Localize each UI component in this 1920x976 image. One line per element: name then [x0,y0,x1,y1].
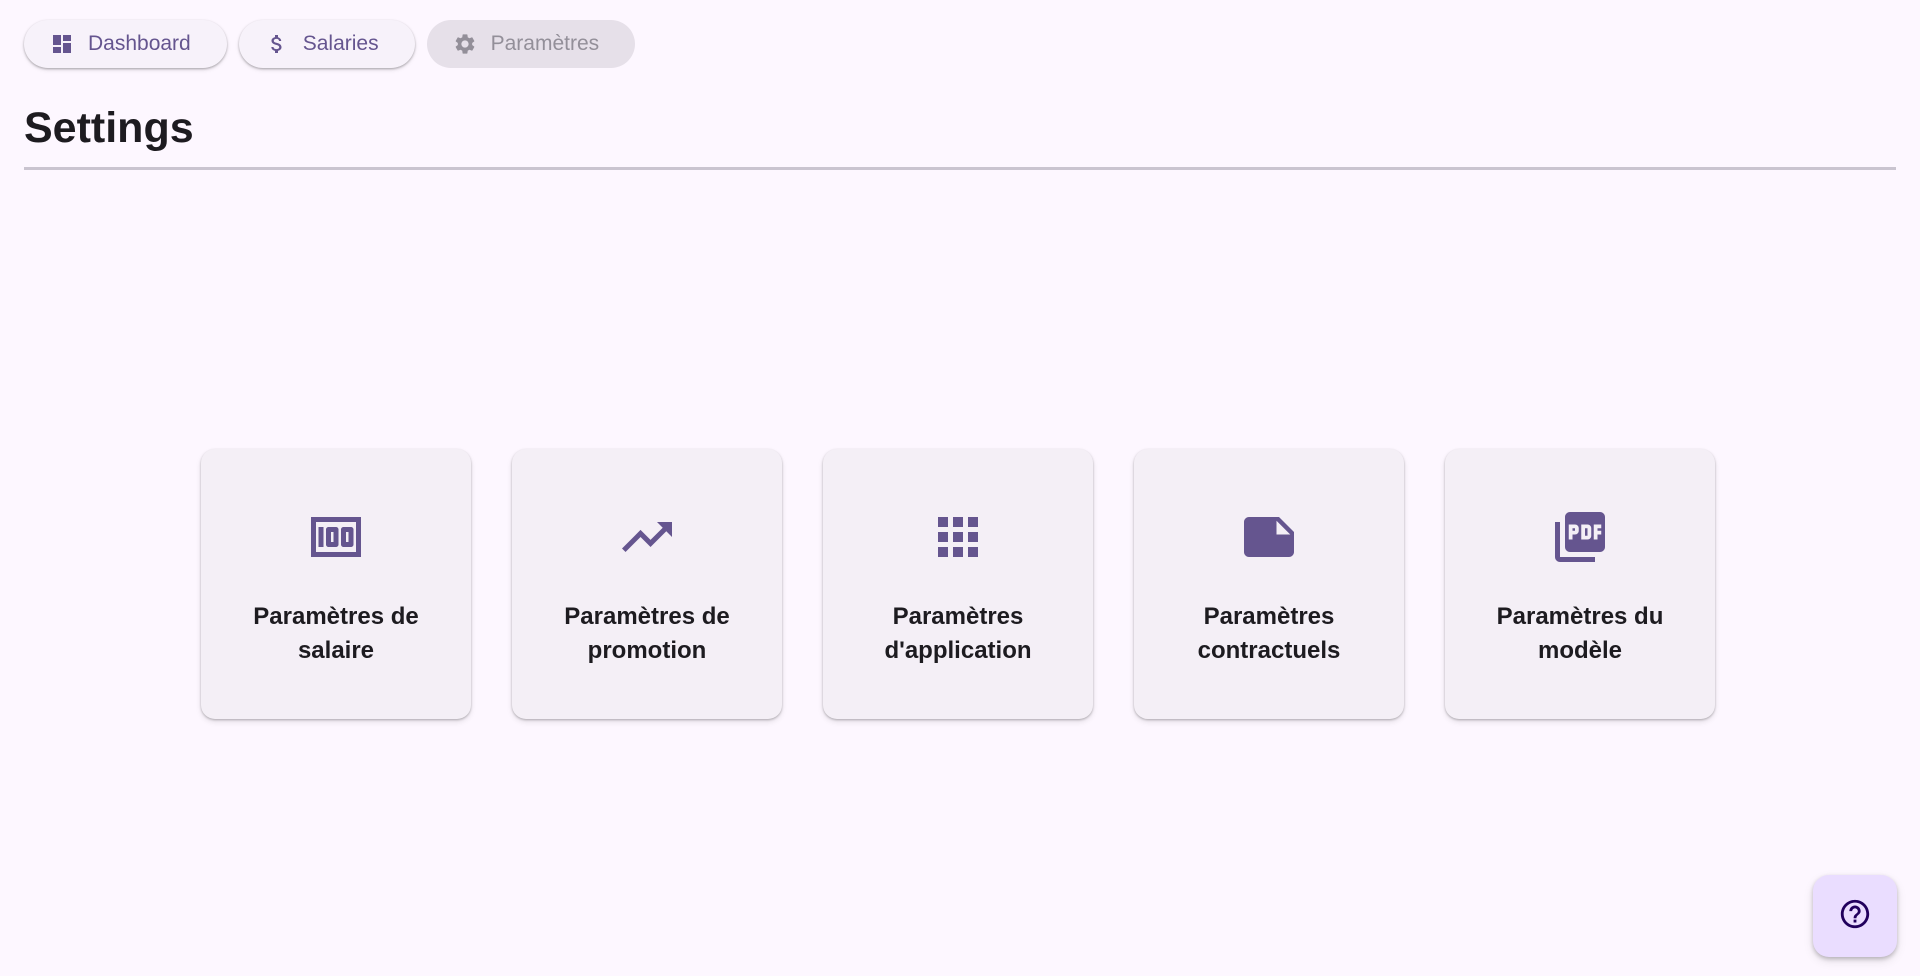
pdf-icon [1550,507,1610,572]
promotion-settings-card[interactable]: Paramètres de promotion [512,449,782,719]
title-divider [24,167,1896,170]
top-navigation: Dashboard Salaries Paramètres [24,20,636,68]
dollar-icon [265,32,289,56]
apps-grid-icon [928,507,988,572]
application-settings-label: Paramètres d'application [884,603,1032,664]
template-settings-label: Paramètres du modèle [1496,603,1664,664]
nav-dashboard-label: Dashboard [88,32,191,55]
money-100-icon [306,507,366,572]
dashboard-icon [50,32,74,56]
note-icon [1239,507,1299,572]
salary-settings-label: Paramètres de salaire [253,603,419,664]
settings-cards: Paramètres de salaire Paramètres de prom… [201,449,1715,719]
promotion-settings-label: Paramètres de promotion [564,603,730,664]
application-settings-card[interactable]: Paramètres d'application [823,449,1093,719]
gear-icon [453,32,477,56]
contract-settings-card[interactable]: Paramètres contractuels [1134,449,1404,719]
salary-settings-card[interactable]: Paramètres de salaire [201,449,471,719]
trending-up-icon [617,507,677,572]
nav-salaries-label: Salaries [302,32,379,55]
page-title: Settings [24,104,194,152]
help-button[interactable] [1813,875,1897,957]
template-settings-card[interactable]: Paramètres du modèle [1445,449,1715,719]
nav-parametres-label: Paramètres [490,32,600,55]
nav-salaries-button[interactable]: Salaries [238,20,415,68]
contract-settings-label: Paramètres contractuels [1197,603,1341,664]
nav-dashboard-button[interactable]: Dashboard [24,20,227,68]
help-icon [1838,897,1872,936]
nav-parametres-button: Paramètres [426,20,636,68]
